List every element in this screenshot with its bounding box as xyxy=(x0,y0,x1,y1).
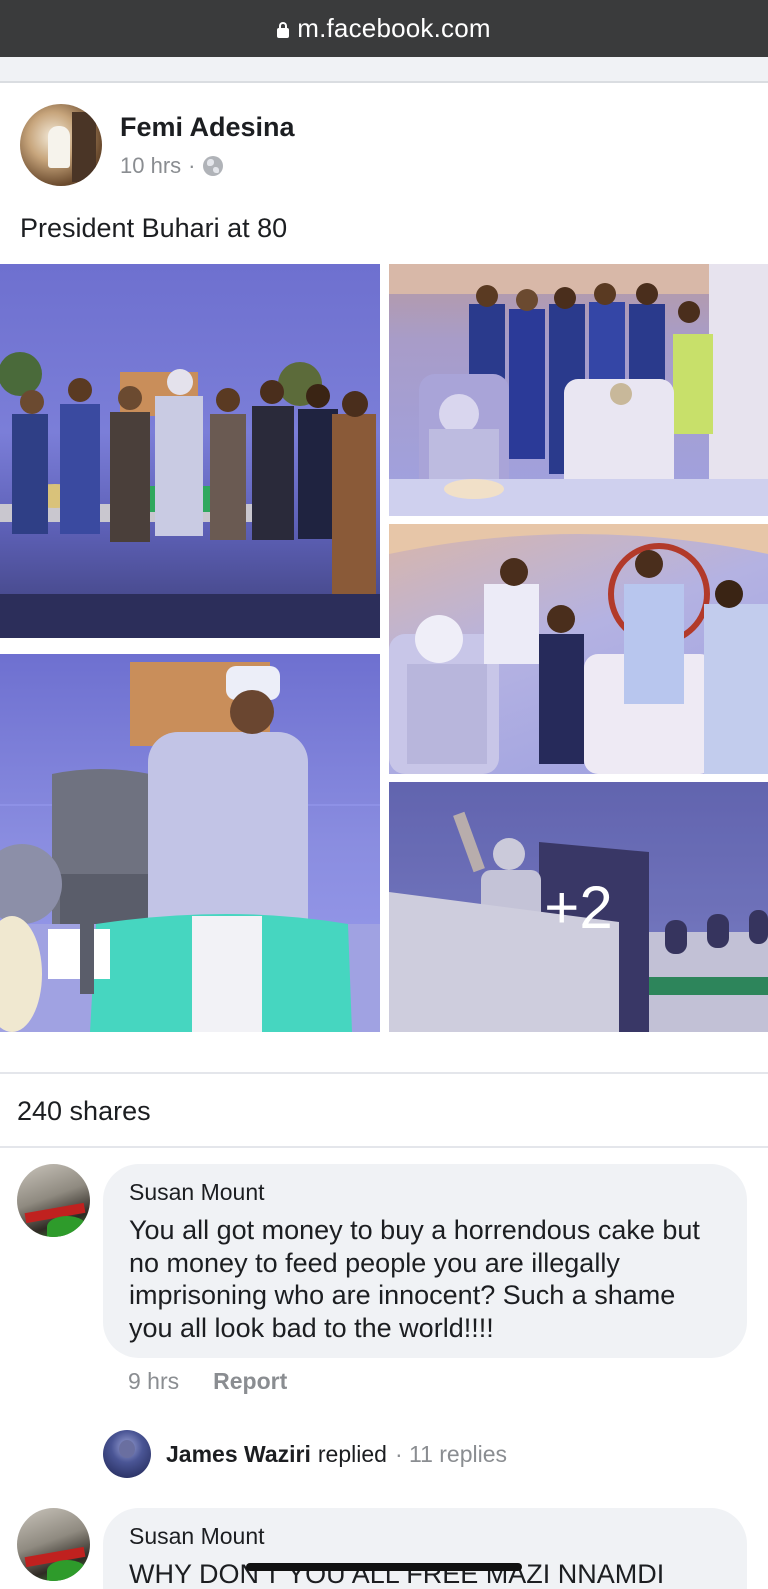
comment-author[interactable]: Susan Mount xyxy=(129,1523,721,1550)
comment-text: You all got money to buy a horrendous ca… xyxy=(129,1215,700,1343)
post-photo-1[interactable] xyxy=(0,264,380,638)
divider xyxy=(0,1146,768,1148)
shares-count[interactable]: 240 shares xyxy=(17,1096,151,1127)
comment-actions: 9 hrs Report xyxy=(128,1368,287,1395)
replier-name: James Waziri xyxy=(166,1440,311,1467)
post-photo-3[interactable] xyxy=(389,524,768,774)
author-block: Femi Adesina 10 hrs · xyxy=(120,112,295,179)
comment-bubble: Susan Mount WHY DON'T YOU ALL FREE MAZI … xyxy=(103,1508,747,1589)
more-photos-overlay[interactable]: +2 xyxy=(389,782,768,1032)
report-button[interactable]: Report xyxy=(213,1368,287,1395)
author-name[interactable]: Femi Adesina xyxy=(120,112,295,143)
reply-count: · 11 replies xyxy=(394,1440,508,1467)
author-avatar[interactable] xyxy=(20,104,102,186)
divider xyxy=(0,1072,768,1074)
post-text: President Buhari at 80 xyxy=(20,213,288,243)
top-divider xyxy=(0,57,768,83)
more-photos-count: +2 xyxy=(544,873,613,941)
lock-icon xyxy=(277,21,290,38)
post-photo-5[interactable]: +2 xyxy=(389,782,768,1032)
url-text: m.facebook.com xyxy=(297,13,491,43)
comment-author[interactable]: Susan Mount xyxy=(129,1179,721,1206)
home-indicator[interactable] xyxy=(246,1563,522,1571)
post-time[interactable]: 10 hrs xyxy=(120,153,181,179)
meta-separator: · xyxy=(188,152,196,178)
comment-time[interactable]: 9 hrs xyxy=(128,1368,179,1395)
comment-bubble: Susan Mount You all got money to buy a h… xyxy=(103,1164,747,1358)
browser-url-bar[interactable]: m.facebook.com xyxy=(0,0,768,57)
globe-icon xyxy=(203,155,224,176)
post-meta: 10 hrs · xyxy=(120,153,295,179)
post-photo-4[interactable] xyxy=(0,654,380,1032)
post-header: Femi Adesina 10 hrs · xyxy=(20,103,295,187)
replier-avatar xyxy=(103,1430,151,1478)
commenter-avatar[interactable] xyxy=(17,1164,90,1237)
commenter-avatar[interactable] xyxy=(17,1508,90,1581)
reply-verb: replied xyxy=(317,1440,387,1467)
replies-link[interactable]: James Waziri replied · 11 replies xyxy=(103,1430,507,1478)
post-photo-2[interactable] xyxy=(389,264,768,516)
